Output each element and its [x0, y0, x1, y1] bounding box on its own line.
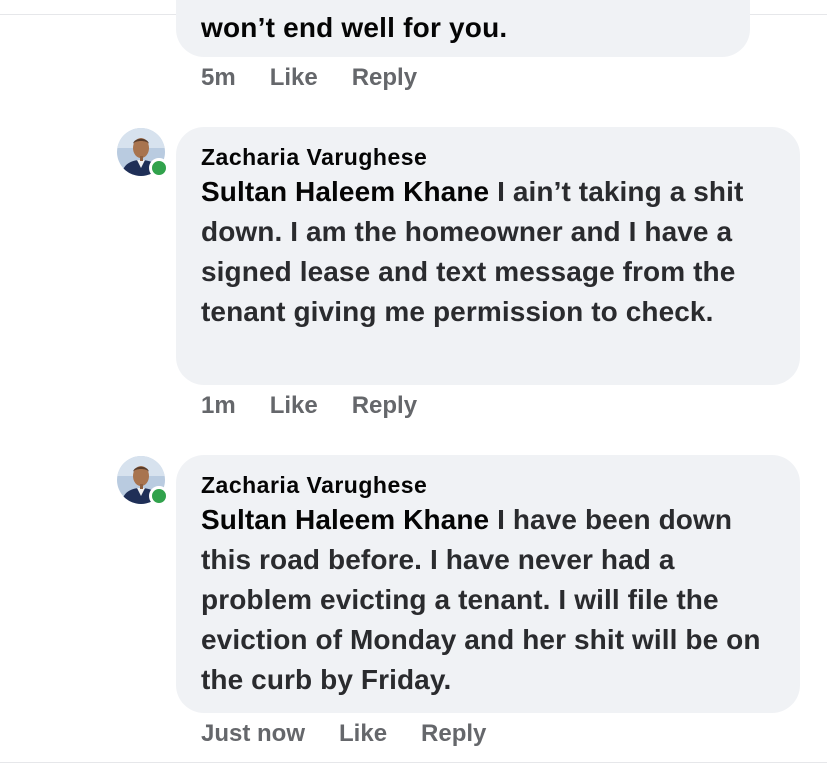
previous-comment-bubble: won’t end well for you.	[176, 0, 750, 57]
online-status-dot-icon	[149, 158, 169, 178]
comment-body: Sultan Haleem Khane I ain’t taking a shi…	[201, 172, 780, 332]
reply-button[interactable]: Reply	[421, 720, 486, 748]
comments-thread: won’t end well for you. 5m Like Reply Za…	[0, 0, 827, 772]
comment-actions: Just now Like Reply	[201, 718, 486, 750]
comment-author[interactable]: Zacharia Varughese	[201, 142, 780, 172]
divider-bottom	[0, 762, 827, 763]
comment-bubble: Zacharia Varughese Sultan Haleem Khane I…	[176, 127, 800, 385]
comment-body: Sultan Haleem Khane I have been down thi…	[201, 500, 780, 700]
like-button[interactable]: Like	[339, 720, 387, 748]
reply-button[interactable]: Reply	[352, 64, 417, 92]
avatar[interactable]	[117, 456, 169, 506]
comment-mention[interactable]: Sultan Haleem Khane	[201, 504, 489, 535]
comment-mention[interactable]: Sultan Haleem Khane	[201, 176, 489, 207]
comment-timestamp[interactable]: 5m	[201, 64, 236, 92]
reply-button[interactable]: Reply	[352, 392, 417, 420]
comment-author[interactable]: Zacharia Varughese	[201, 470, 780, 500]
previous-comment-text: won’t end well for you.	[201, 12, 508, 43]
comment-actions: 1m Like Reply	[201, 390, 417, 422]
like-button[interactable]: Like	[270, 392, 318, 420]
previous-comment-actions: 5m Like Reply	[201, 62, 417, 94]
comment-bubble: Zacharia Varughese Sultan Haleem Khane I…	[176, 455, 800, 713]
avatar[interactable]	[117, 128, 169, 178]
online-status-dot-icon	[149, 486, 169, 506]
comment-timestamp[interactable]: Just now	[201, 720, 305, 748]
like-button[interactable]: Like	[270, 64, 318, 92]
comment-timestamp[interactable]: 1m	[201, 392, 236, 420]
